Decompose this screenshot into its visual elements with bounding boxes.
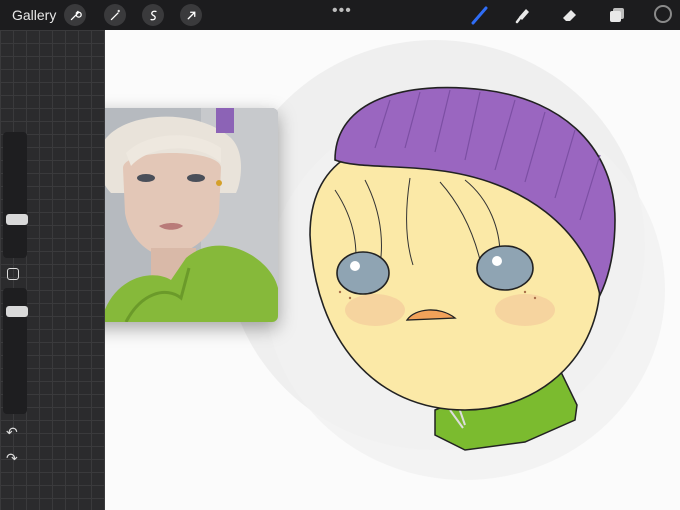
top-toolbar: Gallery ••• (0, 0, 680, 30)
brush-size-handle[interactable] (6, 214, 28, 225)
eraser-icon[interactable] (560, 5, 580, 25)
more-menu-button[interactable]: ••• (332, 2, 352, 20)
selection-icon[interactable] (142, 4, 164, 26)
brush-icon[interactable] (470, 5, 490, 25)
transform-arrow-icon[interactable] (180, 4, 202, 26)
magic-wand-icon[interactable] (104, 4, 126, 26)
undo-icon[interactable]: ↶ (6, 424, 18, 441)
portrait-photo[interactable] (105, 108, 278, 322)
opacity-handle[interactable] (6, 306, 28, 317)
opacity-slider[interactable] (3, 288, 28, 414)
smudge-icon[interactable] (513, 5, 533, 25)
drawing-canvas[interactable] (105, 30, 680, 510)
redo-icon[interactable]: ↷ (6, 450, 18, 467)
color-swatch[interactable] (654, 5, 672, 23)
brush-size-slider[interactable] (3, 132, 28, 258)
square-icon[interactable] (7, 268, 19, 280)
gallery-button[interactable]: Gallery (12, 7, 56, 23)
wrench-icon[interactable] (64, 4, 86, 26)
left-sidebar: ↶ ↷ (0, 30, 105, 510)
layers-icon[interactable] (607, 5, 627, 25)
